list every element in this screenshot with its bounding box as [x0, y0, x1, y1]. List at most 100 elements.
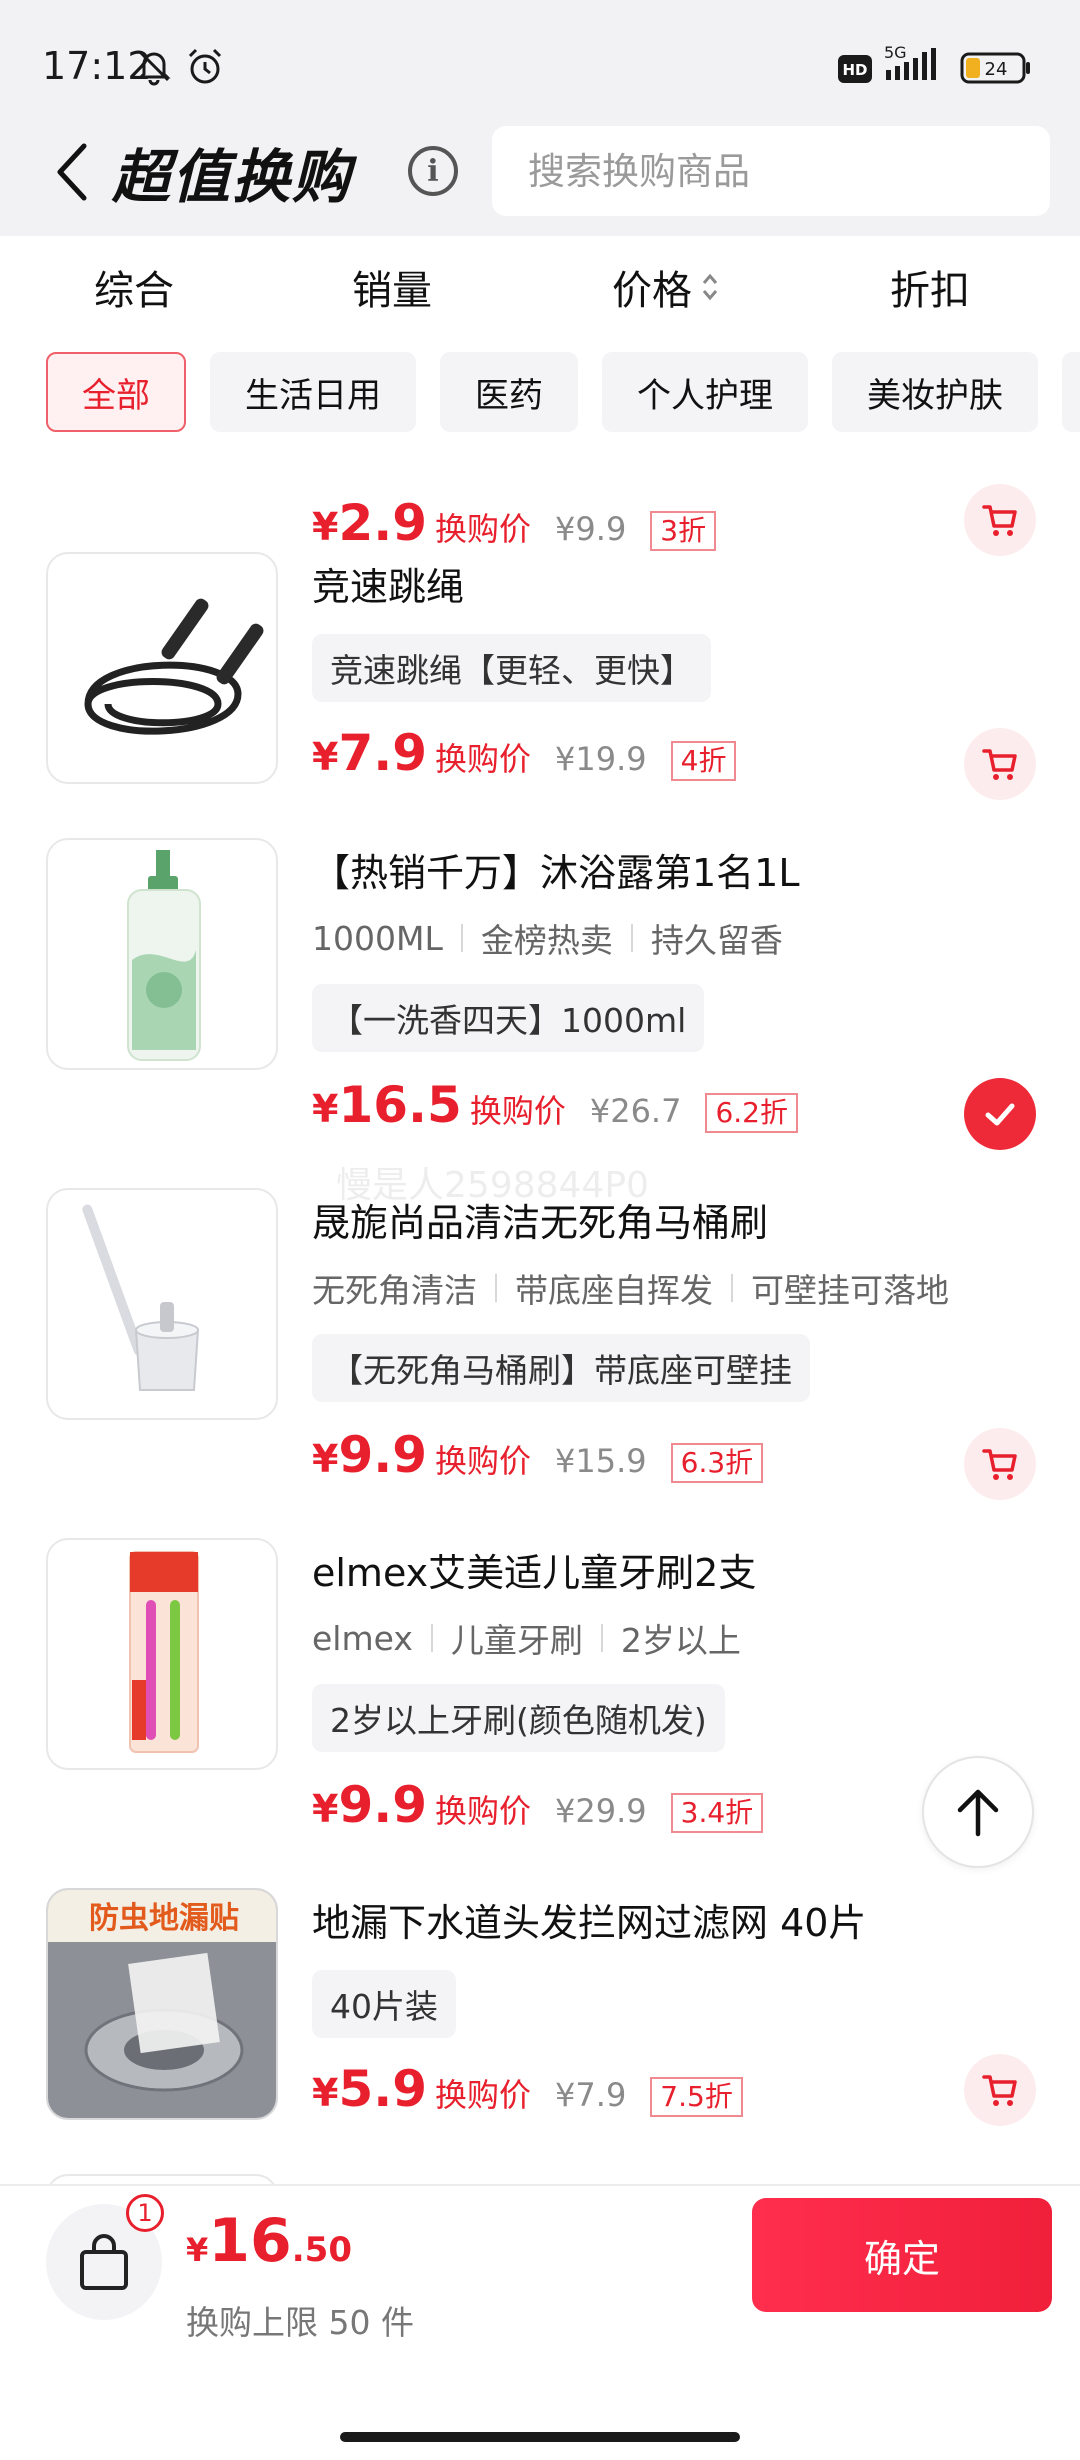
product-spec: 2岁以上牙刷(颜色随机发) [312, 1684, 725, 1752]
chip-beauty[interactable]: 美妆护肤 [832, 352, 1038, 432]
product-spec: 40片装 [312, 1970, 456, 2038]
bottom-bar: 1 ¥ 16 .50 换购上限 50 件 确定 [0, 2184, 1080, 2460]
battery-icon: 24 [960, 52, 1032, 88]
selected-check-button[interactable] [964, 1078, 1036, 1150]
purchase-limit-text: 换购上限 50 件 [186, 2303, 414, 2342]
product-list: ¥ 2.9 换购价 ¥9.9 3折 竞速跳绳 竞速跳绳【更轻、更快】 ¥ 7.9… [0, 448, 1080, 2184]
product-tag: 儿童牙刷 [450, 1621, 583, 1660]
price-row: ¥ 9.9 换购价 ¥15.9 6.3折 [312, 1426, 764, 1484]
product-tag: 金榜热卖 [480, 921, 613, 960]
total-decimal: .50 [291, 2230, 352, 2270]
confirm-button[interactable]: 确定 [752, 2198, 1052, 2312]
tab-label: 综合 [94, 268, 174, 314]
tag-divider [731, 1274, 733, 1302]
arrow-up-icon [957, 1789, 999, 1837]
price-row: ¥ 2.9 换购价 ¥9.9 3折 [312, 494, 717, 552]
price-row: ¥ 5.9 换购价 ¥7.9 7.5折 [312, 2060, 743, 2118]
discount-badge: 3折 [650, 511, 717, 551]
search-box[interactable] [492, 126, 1050, 216]
price-label: 换购价 [435, 510, 532, 548]
product-spec: 【一洗香四天】1000ml [312, 984, 705, 1052]
price-label: 换购价 [469, 1092, 566, 1130]
svg-text:5G: 5G [884, 44, 907, 62]
product-tag: 可壁挂可落地 [751, 1271, 949, 1310]
chevron-left-icon [57, 143, 87, 201]
product-image [46, 1188, 278, 1420]
tab-label: 价格 [612, 268, 692, 314]
tab-price[interactable]: 价格 [612, 258, 720, 316]
cart-icon [982, 505, 1017, 536]
price-symbol: ¥ [312, 735, 339, 779]
product-image-partial [46, 2174, 278, 2184]
list-item[interactable]: 晟旎尚品清洁无死角马桶刷 无死角清洁 带底座自挥发 可壁挂可落地 【无死角马桶刷… [0, 1188, 1080, 1528]
product-title: 竞速跳绳 [312, 565, 465, 609]
jump-rope-image [84, 598, 264, 735]
product-spec: 竞速跳绳【更轻、更快】 [312, 634, 711, 702]
chip-daily-use[interactable]: 生活日用 [210, 352, 416, 432]
product-tags: 无死角清洁 带底座自挥发 可壁挂可落地 [312, 1264, 949, 1312]
product-title: 地漏下水道头发拦网过滤网 40片 [312, 1901, 867, 1945]
back-button[interactable] [48, 136, 96, 208]
discount-badge: 6.3折 [670, 1443, 764, 1483]
price-row: ¥ 7.9 换购价 ¥19.9 4折 [312, 724, 737, 782]
add-to-cart-button[interactable] [964, 1428, 1036, 1500]
chip-all[interactable]: 全部 [46, 352, 186, 432]
signal-icon: 5G [882, 43, 956, 88]
price-symbol: ¥ [312, 1787, 339, 1831]
tab-comprehensive[interactable]: 综合 [94, 258, 174, 316]
product-tag: 带底座自挥发 [515, 1271, 713, 1310]
product-tag: 无死角清洁 [312, 1271, 477, 1310]
original-price: ¥29.9 [555, 1792, 647, 1830]
category-chips: 全部 生活日用 医药 个人护理 美妆护肤 [0, 344, 1080, 448]
chip-personal-care[interactable]: 个人护理 [602, 352, 808, 432]
original-price: ¥15.9 [555, 1442, 647, 1480]
price-value: 9.9 [338, 1776, 428, 1834]
home-indicator[interactable] [340, 2432, 740, 2442]
price-label: 换购价 [435, 2076, 532, 2114]
status-bar: 17:12 HD 5G 24 [0, 0, 1080, 120]
price-label: 换购价 [435, 740, 532, 778]
price-label: 换购价 [435, 1792, 532, 1830]
sort-tabs: 综合 销量 价格 折扣 [0, 236, 1080, 344]
price-value: 5.9 [338, 2060, 428, 2118]
search-input[interactable] [528, 149, 1050, 193]
list-item[interactable]: 【热销千万】沐浴露第1名1L 1000ML 金榜热卖 持久留香 【一洗香四天】1… [0, 838, 1080, 1178]
scroll-to-top-button[interactable] [922, 1756, 1034, 1868]
discount-badge: 3.4折 [670, 1793, 764, 1833]
watermark: 慢是人2598844P0 [336, 1165, 649, 1206]
original-price: ¥19.9 [555, 740, 647, 778]
hd-icon: HD [838, 55, 872, 87]
add-to-cart-button[interactable] [964, 728, 1036, 800]
info-icon[interactable]: i [408, 146, 458, 196]
list-item[interactable]: 防虫地漏贴 地漏下水道头发拦网过滤网 40片 40片装 ¥ 5.9 换购价 ¥7… [0, 1888, 1080, 2184]
tab-label: 折扣 [890, 268, 970, 314]
discount-badge: 4折 [670, 741, 737, 781]
list-item[interactable]: elmex艾美适儿童牙刷2支 elmex 儿童牙刷 2岁以上 2岁以上牙刷(颜色… [0, 1538, 1080, 1878]
tab-discount[interactable]: 折扣 [890, 258, 970, 316]
chip-more[interactable] [1062, 352, 1080, 432]
original-price: ¥7.9 [555, 2076, 627, 2114]
product-image: 防虫地漏贴 [46, 1888, 278, 2120]
check-icon [985, 1103, 1015, 1126]
original-price: ¥26.7 [589, 1092, 682, 1130]
add-to-cart-button[interactable] [964, 2054, 1036, 2126]
add-to-cart-button[interactable] [964, 484, 1036, 556]
list-item[interactable]: ¥ 2.9 换购价 ¥9.9 3折 [0, 448, 1080, 568]
toilet-brush-image [82, 1204, 200, 1391]
product-tags: 1000ML 金榜热卖 持久留香 [312, 914, 783, 962]
product-image [46, 552, 278, 784]
cart-icon [982, 1449, 1017, 1480]
total-price: ¥ 16 .50 [186, 2206, 352, 2276]
tab-sales[interactable]: 销量 [352, 258, 432, 316]
cart-icon [982, 749, 1017, 780]
bell-muted-icon [134, 46, 174, 90]
alarm-icon [184, 46, 226, 92]
tag-divider [630, 924, 633, 952]
discount-badge: 7.5折 [650, 2077, 743, 2117]
tag-divider [430, 1624, 433, 1652]
price-symbol: ¥ [312, 1437, 339, 1481]
list-item[interactable]: 竞速跳绳 竞速跳绳【更轻、更快】 ¥ 7.9 换购价 ¥19.9 4折 [0, 552, 1080, 832]
tag-divider [460, 924, 463, 952]
chip-medicine[interactable]: 医药 [440, 352, 578, 432]
original-price: ¥9.9 [555, 510, 627, 548]
